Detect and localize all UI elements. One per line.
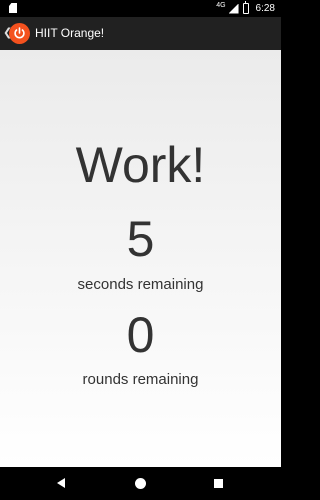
network-type-label: 4G xyxy=(216,2,226,9)
navigation-bar xyxy=(0,467,281,500)
nav-recents-icon[interactable] xyxy=(214,479,223,488)
battery-icon xyxy=(242,1,249,14)
signal-icon xyxy=(228,3,239,14)
status-bar: 4G 6:28 xyxy=(0,0,281,17)
rounds-remaining-value: 0 xyxy=(126,307,155,363)
rounds-remaining-label: rounds remaining xyxy=(82,371,199,388)
status-icons: 4G 6:28 xyxy=(216,1,275,15)
seconds-remaining-value: 5 xyxy=(126,211,155,267)
timer-logo-icon[interactable] xyxy=(9,23,30,44)
app-title: HIIT Orange! xyxy=(35,26,105,40)
phase-label: Work! xyxy=(75,137,206,193)
status-clock: 6:28 xyxy=(255,3,275,14)
sd-card-icon xyxy=(9,3,17,13)
nav-back-icon[interactable] xyxy=(57,478,65,488)
seconds-remaining-label: seconds remaining xyxy=(77,276,204,293)
app-bar: ❮ HIIT Orange! xyxy=(0,17,281,50)
power-timer-icon xyxy=(14,27,25,39)
timer-screen: Work! 5 seconds remaining 0 rounds remai… xyxy=(0,50,281,467)
nav-home-icon[interactable] xyxy=(135,478,146,489)
